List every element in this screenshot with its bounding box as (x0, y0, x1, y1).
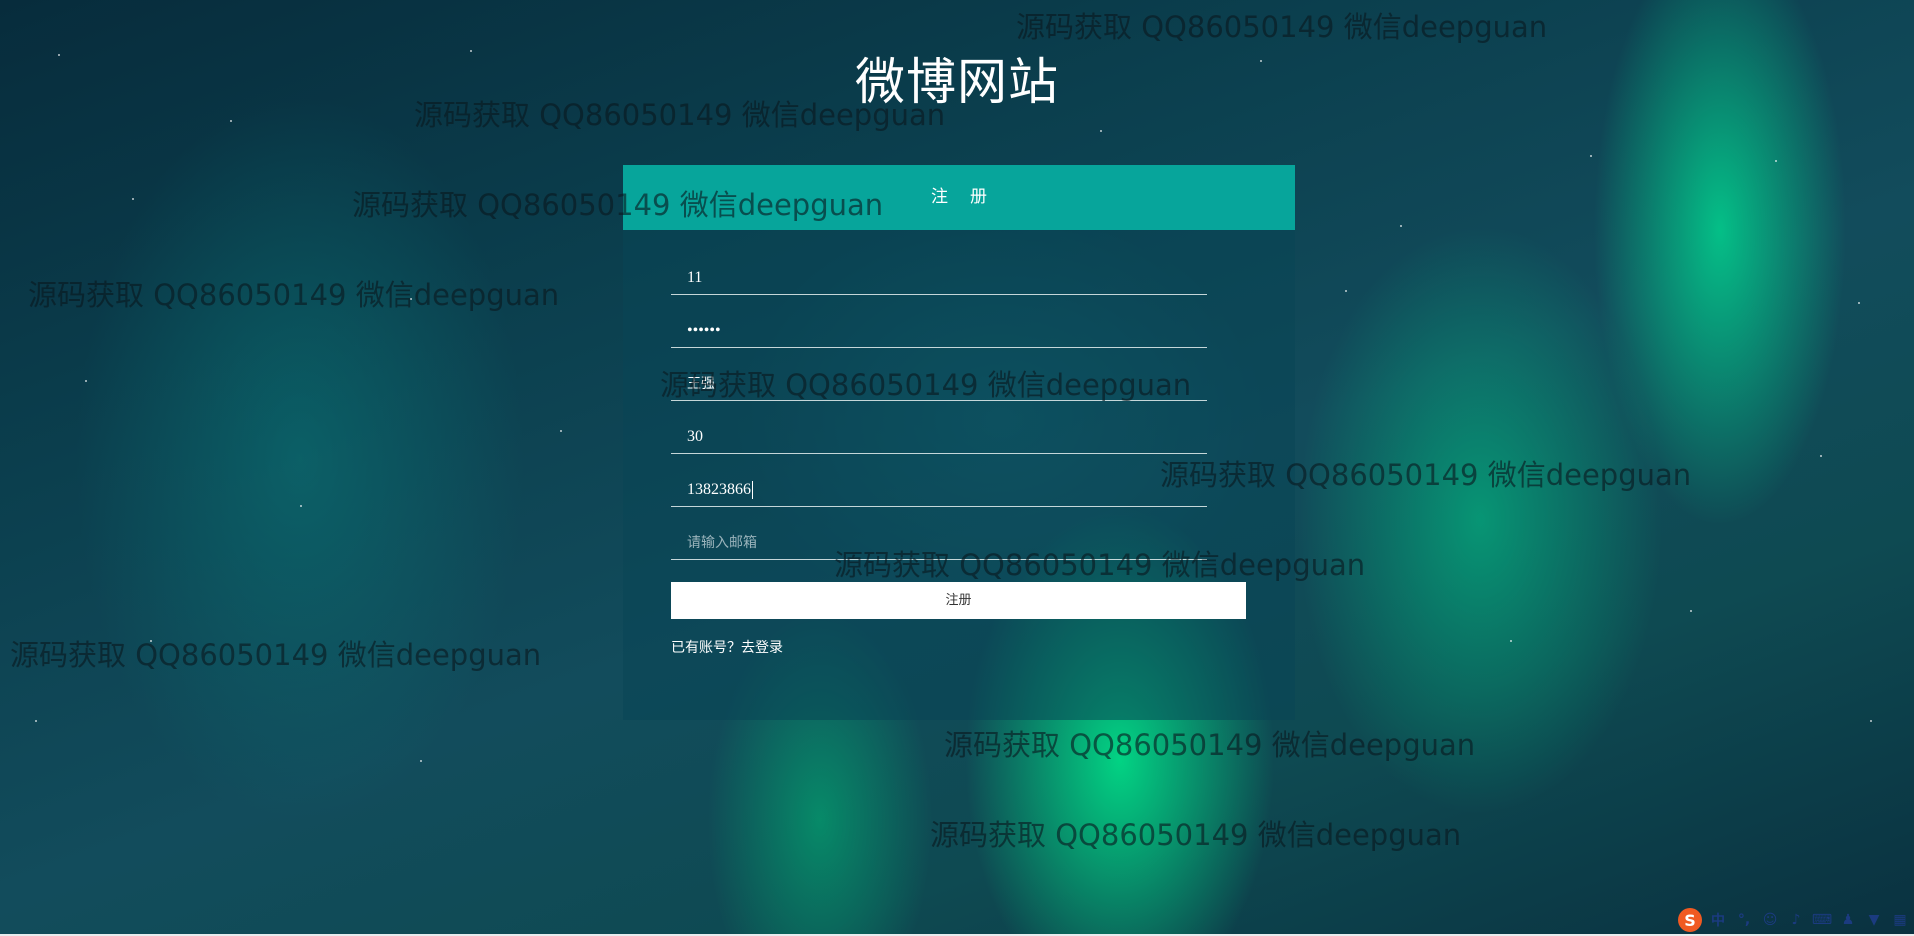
ime-toolbar: S 中 °, ☺ ♪ ⌨ ♟ ▼ ▦ (1678, 906, 1914, 934)
microphone-icon[interactable]: ♪ (1786, 910, 1806, 930)
skin-icon[interactable]: ▼ (1864, 910, 1884, 930)
username-value: 11 (687, 269, 703, 286)
realname-value: 王强 (687, 376, 715, 392)
password-field[interactable]: •••••• (671, 314, 1207, 348)
age-field[interactable]: 30 (671, 420, 1207, 454)
email-placeholder: 请输入邮箱 (687, 535, 757, 551)
page-title: 微博网站 (855, 53, 1059, 111)
email-field[interactable]: 请输入邮箱 (671, 526, 1207, 560)
register-button[interactable]: 注册 (671, 582, 1246, 619)
go-login-link[interactable]: 已有账号？去登录 (671, 637, 783, 657)
user-icon[interactable]: ♟ (1838, 910, 1858, 930)
username-field[interactable]: 11 (671, 261, 1207, 295)
realname-field[interactable]: 王强 (671, 367, 1207, 401)
punctuation-icon[interactable]: °, (1734, 910, 1754, 930)
phone-value: 13823866 (687, 481, 751, 498)
password-value: •••••• (687, 322, 721, 339)
grid-menu-icon[interactable]: ▦ (1890, 910, 1910, 930)
phone-field[interactable]: 13823866 (671, 473, 1207, 507)
register-header: 注册 (623, 165, 1295, 230)
ime-mode-label[interactable]: 中 (1708, 910, 1728, 930)
sogou-logo-icon[interactable]: S (1678, 908, 1702, 932)
emoji-icon[interactable]: ☺ (1760, 910, 1780, 930)
age-value: 30 (687, 428, 703, 445)
text-caret (752, 481, 753, 500)
keyboard-icon[interactable]: ⌨ (1812, 910, 1832, 930)
register-card: 注册 11 •••••• 王强 30 13823866 请输入邮箱 注册 已有账… (623, 165, 1295, 720)
